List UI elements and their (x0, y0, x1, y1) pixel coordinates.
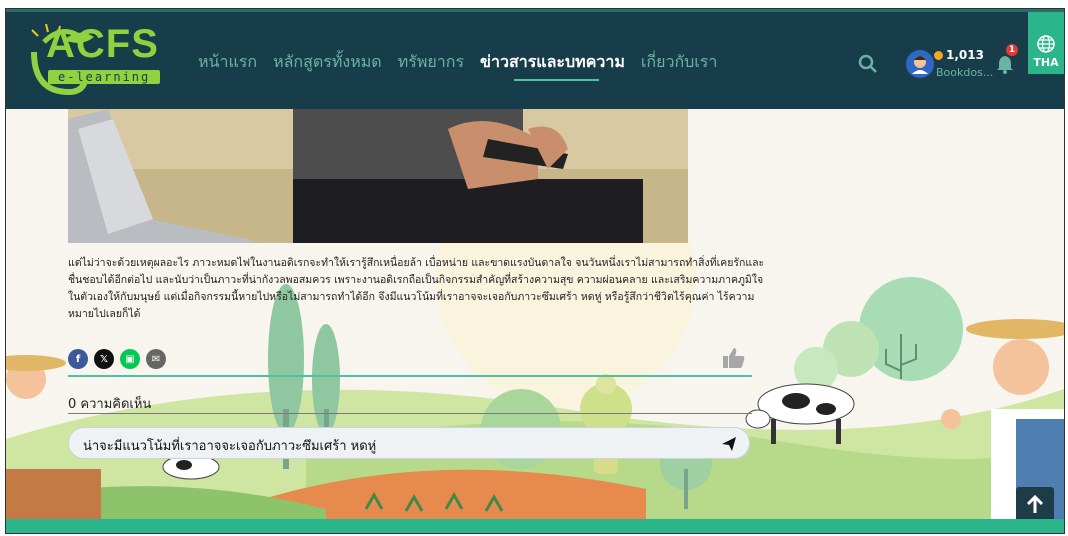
comment-count: 0 ความคิดเห็น (68, 397, 152, 412)
article-paragraph: แต่ไม่ว่าจะด้วยเหตุผลอะไร ภาวะหมดไฟในงาน… (68, 257, 765, 320)
nav-item-about[interactable]: เกี่ยวกับเรา (641, 50, 717, 75)
share-buttons: f 𝕏 ▣ ✉ (68, 349, 166, 369)
user-avatar-icon (912, 56, 928, 74)
coin-icon (934, 50, 943, 60)
scroll-to-top-button[interactable] (1016, 487, 1054, 523)
nav-item-all-courses[interactable]: หลักสูตรทั้งหมด (273, 50, 382, 75)
comment-box (68, 427, 750, 459)
user-name[interactable]: Bookdos... (936, 66, 993, 79)
top-navbar: ACFS e-learning หน้าแรก หลักสูตรทั้งหมด … (6, 9, 1064, 109)
search-icon[interactable] (858, 54, 878, 74)
divider (68, 375, 752, 377)
arrow-up-icon (1026, 494, 1044, 513)
language-switcher[interactable]: THA (1028, 12, 1064, 74)
coin-count: 1,013 (946, 48, 984, 62)
notification-badge: 1 (1006, 44, 1018, 56)
thumbs-up-icon[interactable] (722, 347, 746, 369)
language-label: THA (1033, 56, 1059, 69)
line-share-icon[interactable]: ▣ (120, 349, 140, 369)
article-photo (68, 109, 688, 243)
avatar[interactable] (906, 50, 934, 78)
logo-text[interactable]: ACFS (46, 22, 159, 67)
nav-item-news-articles[interactable]: ข่าวสารและบทความ (480, 50, 625, 81)
comment-input[interactable] (81, 434, 705, 456)
footer-bar (6, 519, 1064, 533)
facebook-share-icon[interactable]: f (68, 349, 88, 369)
coin-balance: 1,013 (934, 48, 984, 62)
browser-frame: ACFS e-learning หน้าแรก หลักสูตรทั้งหมด … (5, 8, 1065, 534)
email-share-icon[interactable]: ✉ (146, 349, 166, 369)
logo-subtitle: e-learning (48, 70, 161, 84)
main-nav: หน้าแรก หลักสูตรทั้งหมด ทรัพยากร ข่าวสาร… (198, 50, 717, 81)
bell-icon[interactable] (996, 54, 1014, 74)
nav-item-home[interactable]: หน้าแรก (198, 50, 257, 75)
x-share-icon[interactable]: 𝕏 (94, 349, 114, 369)
nav-item-resources[interactable]: ทรัพยากร (398, 50, 464, 75)
divider (68, 413, 752, 414)
article-body: แต่ไม่ว่าจะด้วยเหตุผลอะไร ภาวะหมดไฟในงาน… (68, 255, 768, 323)
send-icon[interactable] (721, 436, 737, 452)
globe-icon (1037, 35, 1055, 53)
